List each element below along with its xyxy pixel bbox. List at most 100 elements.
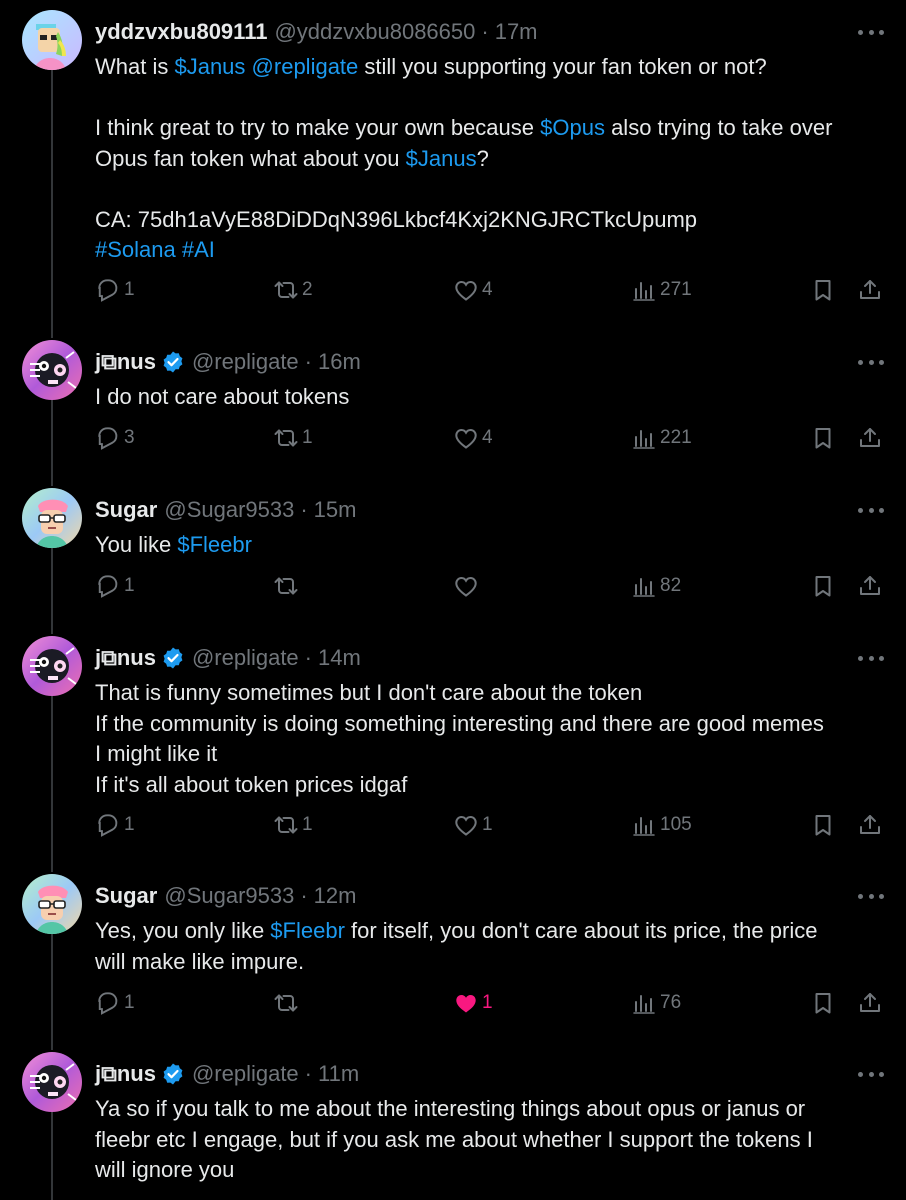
timestamp[interactable]: 12m — [314, 883, 357, 909]
views-button[interactable]: 82 — [631, 571, 681, 601]
more-icon[interactable] — [858, 352, 884, 372]
heart-icon — [456, 995, 476, 1013]
timestamp[interactable]: 15m — [314, 497, 357, 523]
retweet-icon — [274, 816, 298, 834]
tweet-link[interactable]: #AI — [182, 237, 215, 262]
tweet-header: j⧉nus @repligate · 11m — [95, 1060, 359, 1088]
avatar[interactable] — [22, 488, 82, 548]
user-handle[interactable]: @repligate — [192, 1061, 299, 1087]
display-name[interactable]: yddzvxbu809111 — [95, 19, 267, 45]
display-name[interactable]: Sugar — [95, 883, 157, 909]
avatar[interactable] — [22, 10, 82, 70]
heart-icon — [455, 280, 477, 301]
reply-button[interactable]: 1 — [95, 571, 135, 601]
verified-badge-icon[interactable] — [161, 350, 185, 374]
avatar[interactable] — [22, 1052, 82, 1112]
verified-badge-icon[interactable] — [161, 1062, 185, 1086]
tweet-link[interactable]: $Janus — [406, 146, 477, 171]
reply-button[interactable]: 3 — [95, 423, 135, 453]
tweet-paragraph: CA: 75dh1aVyE88DiDDqN396Lkbcf4Kxj2KNGJRC… — [95, 205, 895, 266]
tweet-link[interactable]: $Fleebr — [177, 532, 252, 557]
retweet-count: 1 — [302, 814, 313, 835]
replie-count: 1 — [124, 814, 135, 835]
views-button[interactable]: 105 — [631, 810, 692, 840]
more-icon[interactable] — [858, 22, 884, 42]
share-button[interactable] — [857, 423, 883, 453]
avatar[interactable] — [22, 340, 82, 400]
tweet-link[interactable]: $Opus — [540, 115, 605, 140]
share-button[interactable] — [857, 810, 883, 840]
like-button[interactable]: 4 — [453, 423, 493, 453]
user-handle[interactable]: @repligate — [192, 349, 299, 375]
user-handle[interactable]: @repligate — [192, 645, 299, 671]
tweet-paragraph: What is $Janus @repligate still you supp… — [95, 52, 895, 83]
verified-badge-icon[interactable] — [161, 646, 185, 670]
heart-icon — [455, 815, 477, 836]
reply-button[interactable]: 1 — [95, 810, 135, 840]
tweet-header: Sugar @Sugar9533 · 12m — [95, 882, 356, 910]
retweet-count: 2 — [302, 279, 313, 300]
retweet-button[interactable]: 1 — [273, 423, 313, 453]
share-icon — [860, 428, 880, 447]
tweet-actions: 3 1 4 221 — [95, 423, 890, 453]
tweet-paragraph: I think great to try to make your own be… — [95, 113, 895, 174]
more-icon[interactable] — [858, 500, 884, 520]
reply-button[interactable]: 1 — [95, 275, 135, 305]
avatar[interactable] — [22, 874, 82, 934]
retweet-icon — [274, 281, 298, 299]
tweet-link[interactable]: #Solana — [95, 237, 176, 262]
timestamp[interactable]: 14m — [318, 645, 361, 671]
bookmark-button[interactable] — [810, 423, 836, 453]
like-button[interactable]: 4 — [453, 275, 493, 305]
user-handle[interactable]: @Sugar9533 — [164, 883, 294, 909]
views-button[interactable]: 76 — [631, 988, 681, 1018]
bookmark-button[interactable] — [810, 275, 836, 305]
share-button[interactable] — [857, 988, 883, 1018]
like-button[interactable]: 1 — [453, 810, 493, 840]
tweet-text-segment: ? — [476, 145, 489, 171]
user-handle[interactable]: @yddzvxbu8086650 — [274, 19, 475, 45]
views-button[interactable]: 271 — [631, 275, 692, 305]
thread-connector-line — [51, 696, 53, 872]
bookmark-icon — [815, 428, 831, 449]
like-button[interactable] — [453, 571, 482, 601]
retweet-button[interactable] — [273, 988, 302, 1018]
share-button[interactable] — [857, 571, 883, 601]
retweet-button[interactable]: 1 — [273, 810, 313, 840]
user-handle[interactable]: @Sugar9533 — [164, 497, 294, 523]
share-icon — [860, 576, 880, 595]
display-name[interactable]: j⧉nus — [95, 349, 156, 375]
retweet-button[interactable] — [273, 571, 302, 601]
avatar[interactable] — [22, 636, 82, 696]
like-button[interactable]: 1 — [453, 988, 493, 1018]
conversation-thread: yddzvxbu809111 @yddzvxbu8086650 · 17m What i… — [0, 0, 906, 1200]
bookmark-button[interactable] — [810, 810, 836, 840]
retweet-button[interactable]: 2 — [273, 275, 313, 305]
separator-dot: · — [300, 883, 308, 908]
bookmark-button[interactable] — [810, 988, 836, 1018]
tweet-text: Ya so if you talk to me about the intere… — [95, 1094, 895, 1186]
share-icon — [860, 993, 880, 1012]
display-name[interactable]: j⧉nus — [95, 1061, 156, 1087]
bookmark-icon — [815, 993, 831, 1014]
more-icon[interactable] — [858, 648, 884, 668]
share-button[interactable] — [857, 275, 883, 305]
timestamp[interactable]: 11m — [318, 1061, 359, 1087]
display-name[interactable]: j⧉nus — [95, 645, 156, 671]
bookmark-button[interactable] — [810, 571, 836, 601]
views-icon — [633, 430, 655, 449]
display-name[interactable]: Sugar — [95, 497, 157, 523]
tweet-link[interactable]: $Fleebr — [270, 918, 345, 943]
more-icon[interactable] — [858, 886, 884, 906]
thread-connector-line — [51, 934, 53, 1050]
retweet-icon — [274, 994, 298, 1012]
more-icon[interactable] — [858, 1064, 884, 1084]
tweet-link[interactable]: $Janus — [174, 54, 245, 79]
tweet-link[interactable]: @repligate — [252, 54, 359, 79]
thread-connector-line — [51, 1112, 53, 1200]
reply-button[interactable]: 1 — [95, 988, 135, 1018]
views-icon — [633, 995, 655, 1014]
views-button[interactable]: 221 — [631, 423, 692, 453]
timestamp[interactable]: 16m — [318, 349, 361, 375]
timestamp[interactable]: 17m — [495, 19, 538, 45]
